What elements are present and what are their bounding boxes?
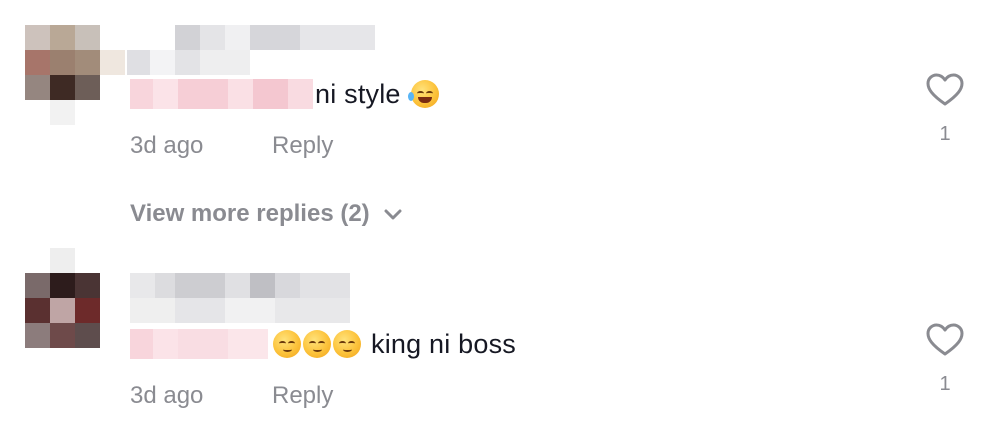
avatar[interactable] [25, 25, 125, 125]
like-button[interactable]: 1 [925, 73, 965, 146]
redacted-mention [130, 329, 268, 359]
smirk-emoji-icon [273, 330, 301, 358]
laughing-emoji-icon [407, 80, 439, 108]
comment-item: ni style 3d ago Reply 1 [0, 0, 998, 180]
avatar[interactable] [25, 248, 100, 348]
reply-button[interactable]: Reply [272, 132, 333, 160]
chevron-down-icon [384, 200, 402, 228]
comment-text: king ni boss [371, 328, 516, 359]
username[interactable] [127, 25, 377, 75]
timestamp: 3d ago [130, 132, 204, 159]
comment-text: ni style [315, 78, 401, 109]
like-count: 1 [939, 123, 951, 145]
reply-button[interactable]: Reply [272, 382, 333, 410]
comment-text-row: ni style [130, 77, 441, 111]
comment-meta: 3d ago Reply [130, 382, 333, 410]
heart-icon[interactable] [926, 73, 964, 107]
smirk-emoji-icon [333, 330, 361, 358]
smirk-emoji-icon [303, 330, 331, 358]
comment-meta: 3d ago Reply [130, 132, 333, 160]
timestamp: 3d ago [130, 382, 204, 409]
redacted-mention [130, 79, 313, 109]
comment-item: king ni boss 3d ago Reply 1 [0, 248, 998, 440]
username[interactable] [127, 273, 377, 323]
heart-icon[interactable] [926, 323, 964, 357]
like-button[interactable]: 1 [925, 323, 965, 396]
view-more-label: View more replies (2) [130, 200, 370, 227]
comment-text-row: king ni boss [130, 327, 516, 361]
like-count: 1 [939, 373, 951, 395]
view-more-replies-button[interactable]: View more replies (2) [130, 200, 402, 228]
